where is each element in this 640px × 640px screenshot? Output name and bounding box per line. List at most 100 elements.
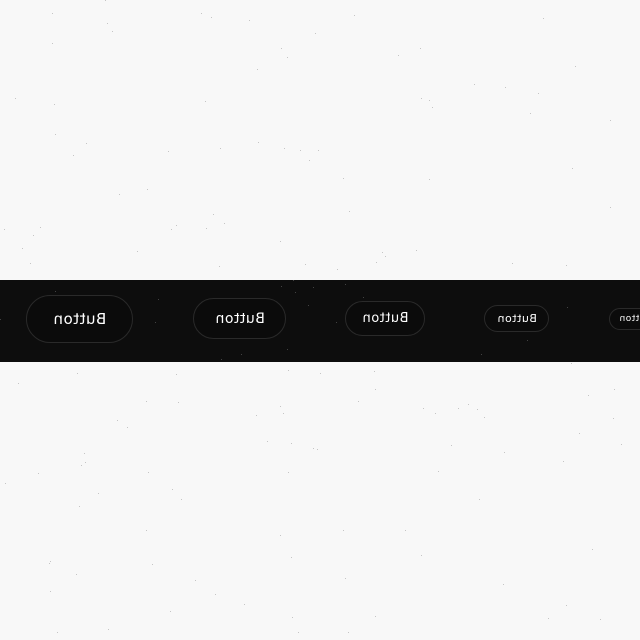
noise-dot (0, 319, 1, 320)
noise-dot (280, 241, 281, 242)
noise-dot (385, 256, 386, 257)
noise-dot (283, 413, 284, 414)
noise-dot (288, 370, 289, 371)
noise-dot (468, 404, 469, 405)
noise-dot (84, 453, 85, 454)
noise-dot (287, 349, 288, 350)
noise-dot (291, 557, 292, 558)
noise-dot (281, 286, 282, 287)
button-label: Button (496, 312, 537, 325)
noise-dot (22, 248, 23, 249)
noise-dot (112, 31, 113, 32)
noise-dot (241, 354, 242, 355)
noise-dot (105, 0, 106, 1)
noise-dot (405, 530, 406, 531)
noise-dot (416, 250, 417, 251)
noise-dot (107, 23, 108, 24)
noise-dot (421, 98, 422, 99)
noise-dot (588, 395, 589, 396)
noise-dot (244, 604, 245, 605)
button-md[interactable]: Button (345, 301, 425, 336)
noise-dot (429, 100, 430, 101)
noise-dot (438, 471, 439, 472)
noise-dot (503, 584, 504, 585)
noise-dot (50, 561, 51, 562)
noise-dot (592, 549, 593, 550)
noise-dot (621, 444, 622, 445)
noise-dot (315, 33, 316, 34)
noise-dot (152, 564, 153, 565)
noise-dot (375, 389, 376, 390)
noise-dot (85, 462, 86, 463)
noise-dot (249, 20, 250, 21)
noise-dot (484, 417, 485, 418)
noise-dot (201, 13, 202, 14)
noise-dot (221, 359, 222, 360)
noise-dot (317, 449, 318, 450)
noise-dot (349, 211, 350, 212)
noise-dot (376, 262, 377, 263)
noise-dot (258, 142, 259, 143)
button-label: Button (361, 311, 409, 326)
noise-dot (567, 307, 568, 308)
noise-dot (205, 101, 206, 102)
noise-dot (336, 322, 337, 323)
button-showcase-band: Button Button Button Button Button (0, 280, 640, 362)
button-lg[interactable]: Button (193, 298, 286, 339)
button-label: Button (619, 314, 640, 324)
noise-dot (348, 632, 349, 633)
noise-dot (474, 84, 475, 85)
noise-dot (170, 611, 171, 612)
noise-dot (147, 189, 148, 190)
noise-dot (79, 506, 80, 507)
noise-dot (563, 461, 564, 462)
noise-dot (117, 420, 118, 421)
noise-dot (398, 55, 399, 56)
noise-dot (50, 591, 51, 592)
noise-dot (504, 452, 505, 453)
noise-dot (52, 13, 53, 14)
noise-dot (548, 618, 549, 619)
noise-dot (543, 18, 544, 19)
noise-dot (119, 194, 120, 195)
noise-dot (575, 66, 576, 67)
noise-dot (435, 413, 436, 414)
noise-dot (40, 227, 41, 228)
noise-dot (579, 433, 580, 434)
noise-dot (309, 160, 310, 161)
noise-dot (108, 629, 109, 630)
noise-dot (613, 418, 614, 419)
button-xl[interactable]: Button (26, 295, 133, 343)
noise-dot (77, 373, 78, 374)
noise-dot (308, 305, 309, 306)
button-xs[interactable]: Button (609, 308, 640, 330)
noise-dot (52, 43, 53, 44)
noise-dot (195, 580, 196, 581)
noise-dot (451, 445, 452, 446)
noise-dot (505, 87, 506, 88)
noise-dot (211, 17, 212, 18)
noise-dot (614, 389, 615, 390)
noise-dot (343, 178, 344, 179)
noise-dot (530, 113, 531, 114)
noise-dot (318, 150, 319, 151)
noise-dot (54, 104, 55, 105)
noise-dot (527, 340, 528, 341)
noise-dot (137, 251, 138, 252)
noise-dot (178, 402, 179, 403)
noise-dot (423, 408, 424, 409)
noise-dot (4, 229, 5, 230)
noise-dot (148, 472, 149, 473)
noise-dot (313, 448, 314, 449)
noise-dot (538, 93, 539, 94)
noise-dot (280, 535, 281, 536)
button-sm[interactable]: Button (484, 305, 549, 332)
noise-dot (300, 150, 301, 151)
noise-dot (284, 148, 285, 149)
noise-dot (30, 263, 31, 264)
noise-dot (86, 143, 87, 144)
noise-dot (127, 427, 128, 428)
noise-dot (49, 563, 50, 564)
noise-dot (477, 409, 478, 410)
noise-dot (73, 155, 74, 156)
